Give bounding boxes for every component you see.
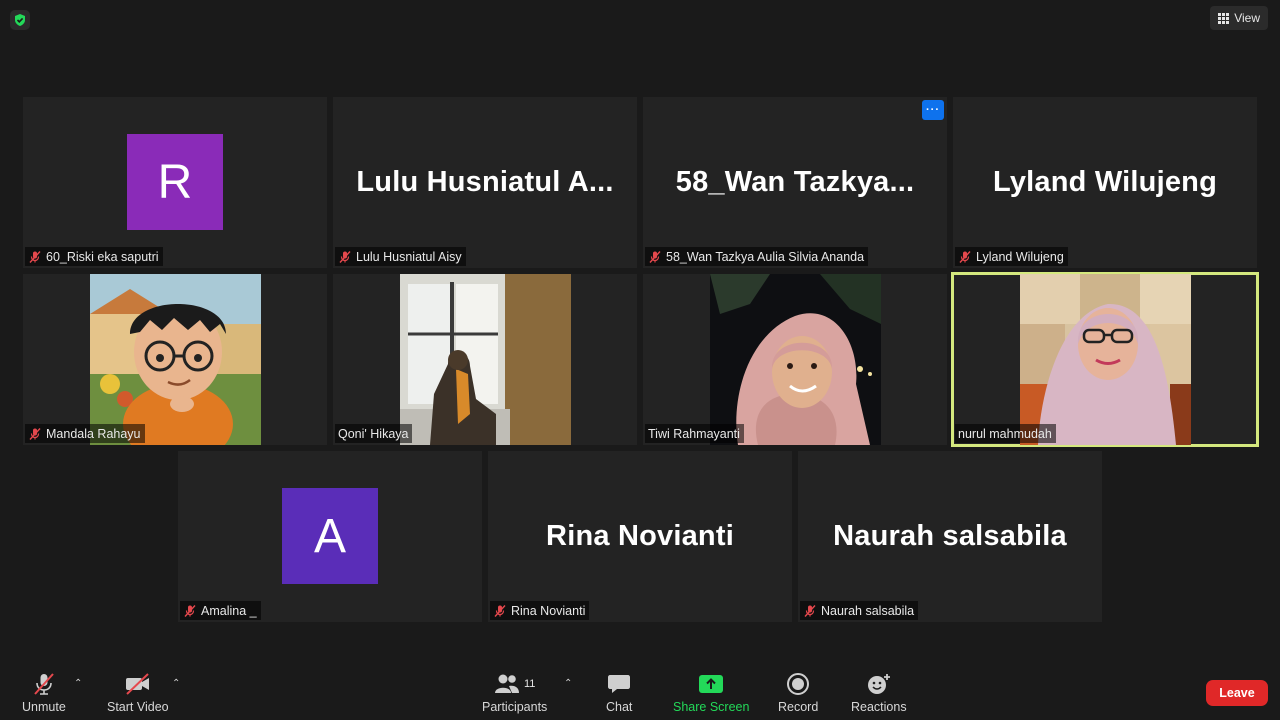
muted-mic-icon <box>34 673 54 695</box>
participant-name: Lulu Husniatul Aisy <box>356 249 462 264</box>
record-label: Record <box>778 700 819 714</box>
participant-tile[interactable]: Lyland Wilujeng Lyland Wilujeng <box>953 97 1257 268</box>
participant-display-name: Lulu Husniatul A... <box>356 166 614 198</box>
participant-display-name: 58_Wan Tazkya... <box>675 166 915 198</box>
participant-name: Qoni' Hikaya <box>338 426 409 441</box>
muted-mic-icon <box>494 604 506 617</box>
participant-name: Lyland Wilujeng <box>976 249 1064 264</box>
participant-name-label: Qoni' Hikaya <box>335 424 413 443</box>
participant-name-label: Rina Novianti <box>490 601 590 620</box>
record-icon <box>787 673 810 695</box>
participant-tile[interactable]: A Amalina _ <box>178 451 482 622</box>
participant-display-name: Rina Novianti <box>546 520 734 552</box>
participants-button[interactable]: 11 Participants <box>482 670 547 714</box>
participant-name: Mandala Rahayu <box>46 426 141 441</box>
participant-display-name: Lyland Wilujeng <box>993 166 1217 198</box>
start-video-label: Start Video <box>107 700 169 714</box>
participant-tile[interactable]: Lulu Husniatul A... Lulu Husniatul Aisy <box>333 97 637 268</box>
participant-video <box>400 274 571 445</box>
participant-name: Naurah salsabila <box>821 603 915 618</box>
participant-name-label: 60_Riski eka saputri <box>25 247 163 266</box>
participant-avatar: R <box>127 134 223 230</box>
participant-name: nurul mahmudah <box>958 426 1052 441</box>
participants-count: 11 <box>523 678 536 690</box>
reactions-smiley-icon <box>867 674 890 694</box>
view-button[interactable]: View <box>1210 6 1268 30</box>
participant-display-name: Naurah salsabila <box>833 520 1067 552</box>
muted-mic-icon <box>29 250 41 263</box>
more-options-button[interactable]: ··· <box>922 100 944 120</box>
muted-mic-icon <box>649 250 661 263</box>
muted-mic-icon <box>339 250 351 263</box>
muted-mic-icon <box>959 250 971 263</box>
record-button[interactable]: Record <box>778 670 818 714</box>
participant-name-label: Tiwi Rahmayanti <box>645 424 744 443</box>
participant-tile[interactable]: Qoni' Hikaya <box>333 274 637 445</box>
meeting-toolbar: Unmute ⌃ Start Video ⌃ 11 Participants ⌃… <box>0 660 1280 720</box>
participant-name-label: Amalina _ <box>180 601 261 620</box>
leave-button[interactable]: Leave <box>1206 680 1268 706</box>
participant-tile-active-speaker[interactable]: nurul mahmudah <box>951 272 1259 447</box>
participant-name-label: Lyland Wilujeng <box>955 247 1068 266</box>
muted-mic-icon <box>184 604 196 617</box>
share-screen-icon <box>699 675 724 693</box>
participant-tile[interactable]: Naurah salsabila Naurah salsabila <box>798 451 1102 622</box>
grid-view-icon <box>1218 12 1230 24</box>
participant-name-label: Mandala Rahayu <box>25 424 145 443</box>
muted-mic-icon <box>29 427 41 440</box>
security-shield-icon[interactable] <box>10 10 30 30</box>
participant-name: Amalina _ <box>201 603 257 618</box>
participant-name: 58_Wan Tazkya Aulia Silvia Ananda <box>666 249 865 264</box>
participant-tile[interactable]: Rina Novianti Rina Novianti <box>488 451 792 622</box>
participant-name-label: Lulu Husniatul Aisy <box>335 247 466 266</box>
chat-label: Chat <box>606 700 633 714</box>
participant-tile[interactable]: Tiwi Rahmayanti <box>643 274 947 445</box>
participant-name: 60_Riski eka saputri <box>46 249 159 264</box>
chat-button[interactable]: Chat <box>606 670 632 714</box>
participant-avatar: A <box>282 488 378 584</box>
participant-tile[interactable]: 58_Wan Tazkya... ··· 58_Wan Tazkya Aulia… <box>643 97 947 268</box>
participant-video <box>1020 274 1191 445</box>
participant-name-label: 58_Wan Tazkya Aulia Silvia Ananda <box>645 247 869 266</box>
participant-name: Rina Novianti <box>511 603 586 618</box>
participant-tile[interactable]: R 60_Riski eka saputri <box>23 97 327 268</box>
video-options-chevron-icon[interactable]: ⌃ <box>172 678 180 689</box>
participant-tile[interactable]: Mandala Rahayu <box>23 274 327 445</box>
start-video-button[interactable]: Start Video <box>107 670 169 714</box>
reactions-label: Reactions <box>851 700 907 714</box>
participant-name-label: Naurah salsabila <box>800 601 919 620</box>
participant-video <box>90 274 261 445</box>
share-screen-label: Share Screen <box>673 700 750 714</box>
audio-options-chevron-icon[interactable]: ⌃ <box>74 678 82 689</box>
share-screen-button[interactable]: Share Screen <box>673 670 749 714</box>
video-off-icon <box>125 673 149 695</box>
view-label: View <box>1234 11 1260 25</box>
muted-mic-icon <box>804 604 816 617</box>
participant-name: Tiwi Rahmayanti <box>648 426 740 441</box>
chat-icon <box>608 675 631 693</box>
avatar-letter: A <box>313 509 346 563</box>
unmute-button[interactable]: Unmute <box>22 670 66 714</box>
participants-options-chevron-icon[interactable]: ⌃ <box>564 678 572 689</box>
unmute-label: Unmute <box>22 700 66 714</box>
avatar-letter: R <box>157 155 193 209</box>
participant-name-label: nurul mahmudah <box>955 424 1056 443</box>
participant-video <box>710 274 881 445</box>
reactions-button[interactable]: Reactions <box>851 670 907 714</box>
participants-icon <box>494 674 519 693</box>
participants-label: Participants <box>482 700 548 714</box>
